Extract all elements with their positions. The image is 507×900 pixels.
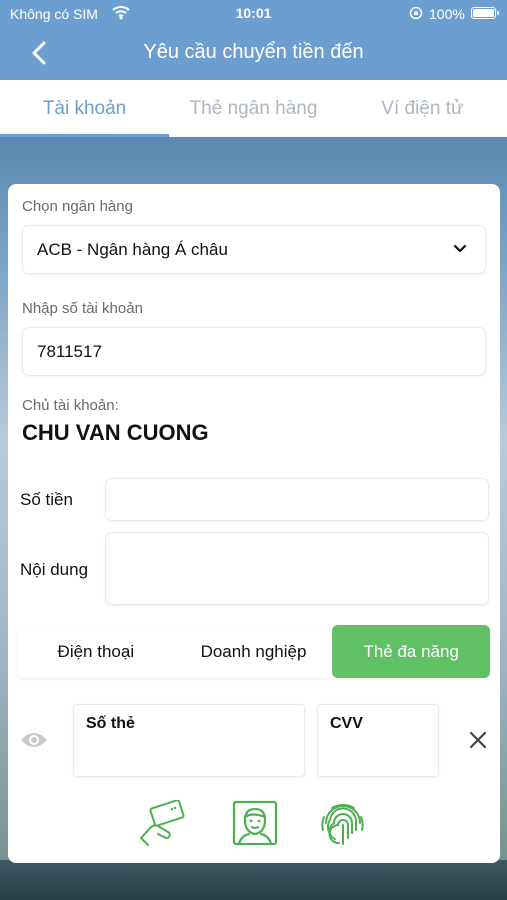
amount-input[interactable] [105, 478, 489, 521]
account-owner-label: Chủ tài khoản: [22, 397, 119, 414]
bank-select[interactable]: ACB - Ngân hàng Á châu [22, 225, 486, 274]
auth-method-phone[interactable]: Điện thoại [17, 625, 175, 678]
fingerprint-icon[interactable] [318, 800, 368, 846]
tab-account[interactable]: Tài khoản [0, 80, 169, 137]
tab-e-wallet[interactable]: Ví điện tử [338, 80, 507, 137]
nav-bar: Yêu cầu chuyển tiền đến [0, 28, 507, 80]
status-bar: Không có SIM 10:01 100% [0, 0, 507, 28]
background-ground [0, 860, 507, 900]
amount-label: Số tiền [20, 490, 73, 509]
account-number-value: 7811517 [37, 342, 102, 361]
auth-method-business[interactable]: Doanh nghiệp [175, 625, 333, 678]
auth-method-selector: Điện thoại Doanh nghiệp Thẻ đa năng [17, 625, 491, 678]
card-number-label: Số thẻ [86, 715, 135, 732]
auth-method-multi-card[interactable]: Thẻ đa năng [332, 625, 491, 678]
tab-bar: Tài khoản Thẻ ngân hàng Ví điện tử [0, 80, 507, 137]
chevron-down-icon [453, 244, 467, 253]
tab-bank-card[interactable]: Thẻ ngân hàng [169, 80, 338, 137]
account-number-label: Nhập số tài khoản [22, 300, 143, 317]
card-payment-icon[interactable] [138, 800, 188, 846]
transfer-form-card: Chọn ngân hàng ACB - Ngân hàng Á châu Nh… [8, 184, 500, 863]
orientation-lock-icon [409, 6, 423, 20]
face-id-icon[interactable] [230, 800, 280, 846]
page-title: Yêu cầu chuyển tiền đến [143, 41, 364, 63]
battery-percent: 100% [429, 6, 465, 22]
eye-icon[interactable] [20, 730, 48, 750]
account-owner-name: CHU VAN CUONG [22, 420, 209, 445]
close-icon[interactable] [468, 730, 488, 750]
cvv-label: CVV [330, 715, 363, 732]
bank-select-label: Chọn ngân hàng [22, 198, 133, 215]
account-number-input[interactable]: 7811517 [22, 327, 486, 376]
content-input[interactable] [105, 532, 489, 605]
battery-icon [471, 7, 499, 19]
card-number-input[interactable]: Số thẻ [73, 704, 305, 777]
bank-select-value: ACB - Ngân hàng Á châu [37, 240, 228, 259]
cvv-input[interactable]: CVV [317, 704, 439, 777]
content-label: Nội dung [20, 560, 89, 579]
